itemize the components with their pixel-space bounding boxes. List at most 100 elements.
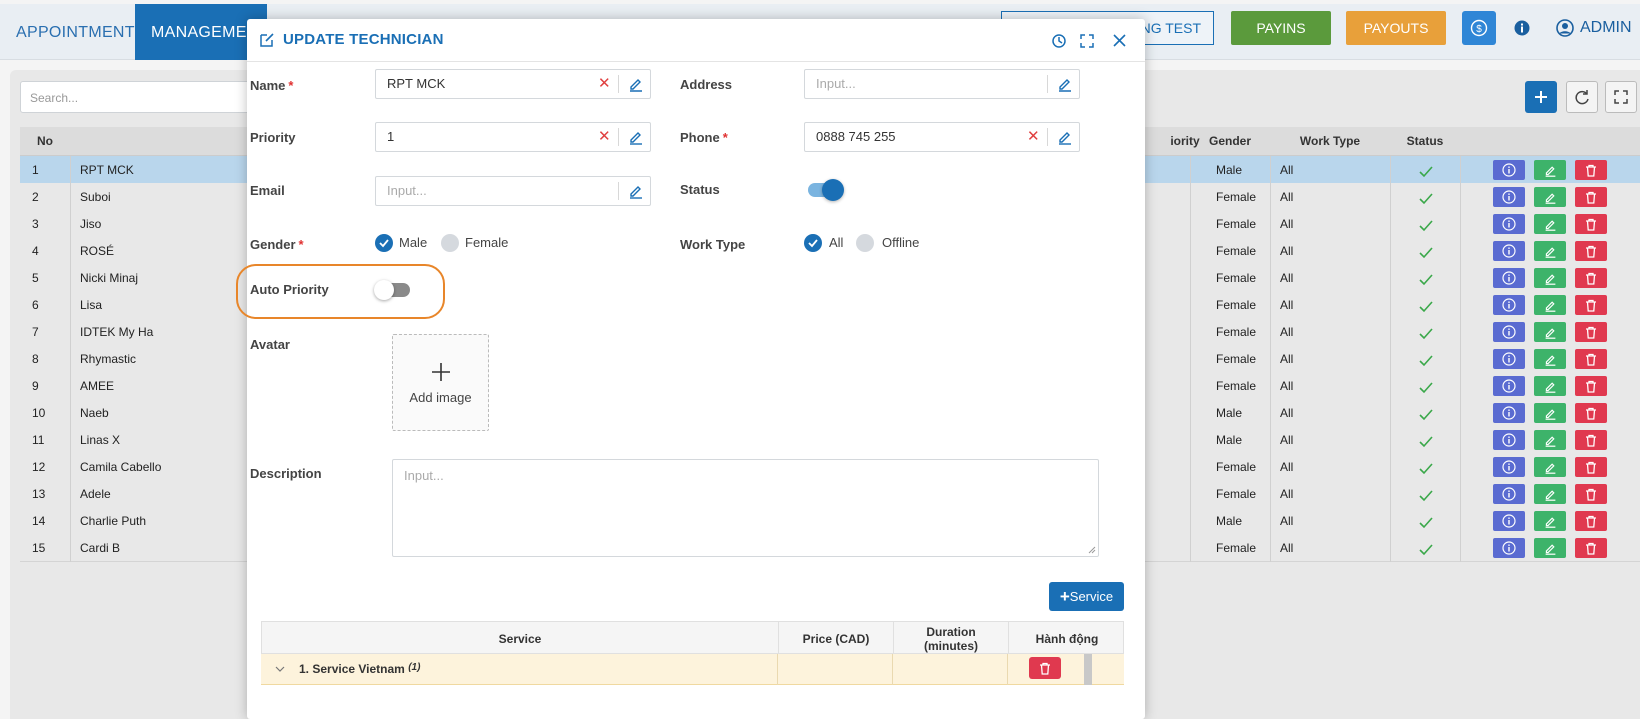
delete-button[interactable] [1575,268,1607,288]
info-icon[interactable] [1505,11,1539,45]
edit-button[interactable] [1534,511,1566,531]
clear-icon[interactable]: ✕ [598,70,611,98]
payins-button[interactable]: PAYINS [1231,11,1331,45]
gender-male-radio[interactable] [375,234,393,252]
edit-button[interactable] [1534,349,1566,369]
description-textarea[interactable]: Input... [392,459,1099,557]
info-button[interactable] [1493,322,1525,342]
email-input[interactable]: Input... [375,176,651,206]
edit-button[interactable] [1534,160,1566,180]
row-work-type: All [1280,433,1294,447]
delete-button[interactable] [1575,403,1607,423]
pencil-icon[interactable] [628,76,644,92]
clear-icon[interactable]: ✕ [1027,123,1040,151]
info-button[interactable] [1493,430,1525,450]
row-work-type: All [1280,379,1294,393]
avatar-label: Avatar [250,337,290,352]
tab-appointment[interactable]: APPOINTMENT [16,4,135,60]
history-icon[interactable] [1051,33,1067,49]
info-button[interactable] [1493,376,1525,396]
phone-input[interactable]: 0888 745 255 ✕ [804,122,1080,152]
row-work-type: All [1280,298,1294,312]
expand-icon[interactable] [1079,33,1095,49]
delete-service-button[interactable] [1029,657,1061,679]
service-group-row[interactable]: 1. Service Vietnam (1) [261,654,1124,685]
gender-female-label: Female [465,235,509,250]
resize-handle-icon[interactable] [1088,546,1096,554]
delete-button[interactable] [1575,214,1607,234]
edit-button[interactable] [1534,322,1566,342]
info-button[interactable] [1493,484,1525,504]
pencil-icon[interactable] [1057,129,1073,145]
edit-button[interactable] [1534,241,1566,261]
edit-icon [260,33,274,47]
info-button[interactable] [1493,295,1525,315]
scrollbar[interactable] [1084,654,1092,685]
info-button[interactable] [1493,187,1525,207]
edit-button[interactable] [1534,430,1566,450]
row-gender: Female [1216,298,1257,312]
info-button[interactable] [1493,241,1525,261]
info-button[interactable] [1493,214,1525,234]
edit-button[interactable] [1534,295,1566,315]
delete-button[interactable] [1575,511,1607,531]
row-name: AMEE [80,379,115,393]
gender-label: Gender * [250,237,304,252]
edit-button[interactable] [1534,187,1566,207]
delete-button[interactable] [1575,295,1607,315]
admin-menu[interactable]: ADMIN [1556,16,1632,40]
payouts-button[interactable]: PAYOUTS [1346,11,1446,45]
info-button[interactable] [1493,349,1525,369]
priority-value: 1 [387,129,395,144]
pencil-icon[interactable] [628,129,644,145]
edit-button[interactable] [1534,214,1566,234]
delete-button[interactable] [1575,484,1607,504]
info-button[interactable] [1493,538,1525,558]
delete-button[interactable] [1575,349,1607,369]
worktype-offline-radio[interactable] [856,234,874,252]
check-icon [1418,486,1434,502]
priority-input[interactable]: 1 ✕ [375,122,651,152]
delete-button[interactable] [1575,160,1607,180]
edit-button[interactable] [1534,484,1566,504]
address-input[interactable]: Input... [804,69,1080,99]
edit-button[interactable] [1534,403,1566,423]
plus-icon [432,363,450,381]
address-label: Address [680,77,733,92]
pencil-icon[interactable] [1057,76,1073,92]
info-button[interactable] [1493,457,1525,477]
edit-button[interactable] [1534,538,1566,558]
add-image-button[interactable]: Add image [392,334,489,431]
edit-button[interactable] [1534,376,1566,396]
fullscreen-icon[interactable] [1605,81,1637,113]
add-button[interactable] [1525,81,1557,113]
delete-button[interactable] [1575,241,1607,261]
refresh-icon[interactable] [1566,81,1598,113]
status-toggle[interactable] [808,179,844,201]
clear-icon[interactable]: ✕ [598,123,611,151]
row-no: 12 [32,460,46,474]
info-button[interactable] [1493,160,1525,180]
worktype-all-radio[interactable] [804,234,822,252]
info-button[interactable] [1493,268,1525,288]
edit-button[interactable] [1534,268,1566,288]
delete-button[interactable] [1575,322,1607,342]
dollar-icon[interactable]: $ [1462,11,1496,45]
info-button[interactable] [1493,511,1525,531]
edit-button[interactable] [1534,457,1566,477]
delete-button[interactable] [1575,538,1607,558]
delete-button[interactable] [1575,430,1607,450]
delete-button[interactable] [1575,187,1607,207]
chevron-down-icon[interactable] [275,665,285,673]
pencil-icon[interactable] [628,183,644,199]
info-button[interactable] [1493,403,1525,423]
delete-button[interactable] [1575,457,1607,477]
name-input[interactable]: RPT MCK ✕ [375,69,651,99]
delete-button[interactable] [1575,376,1607,396]
close-icon[interactable] [1112,33,1127,48]
gender-female-radio[interactable] [441,234,459,252]
row-work-type: All [1280,325,1294,339]
add-service-button[interactable]: +Service [1049,582,1124,611]
row-no: 5 [32,271,39,285]
search-input[interactable]: Search... [20,81,260,113]
